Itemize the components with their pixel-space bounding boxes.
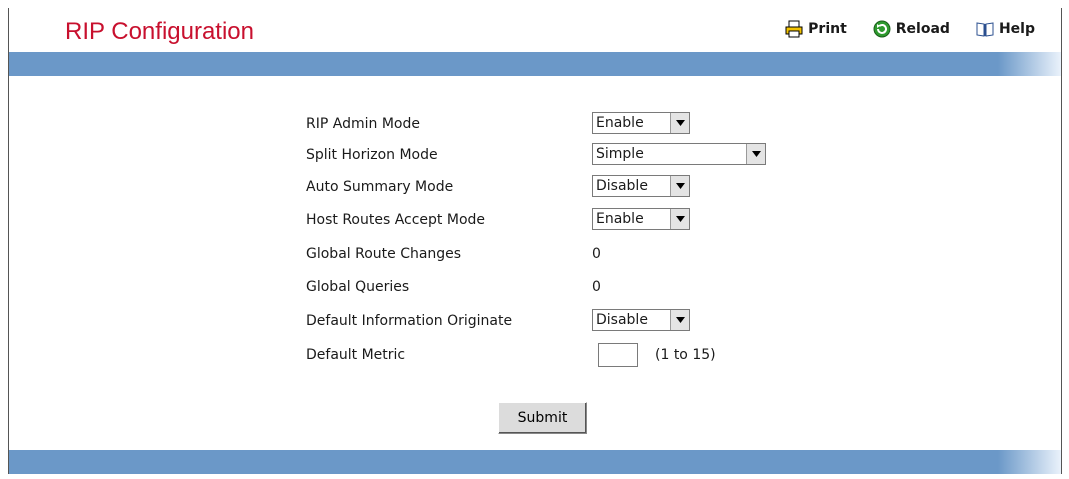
global-route-changes-row: Global Route Changes 0 — [306, 242, 806, 266]
reload-icon — [873, 20, 891, 38]
default-metric-row: Default Metric (1 to 15) — [306, 343, 806, 367]
print-button[interactable]: Print — [785, 20, 847, 38]
global-queries-value: 0 — [592, 279, 601, 295]
default-metric-input[interactable] — [598, 343, 638, 367]
host-routes-accept-mode-select[interactable]: Enable — [592, 208, 690, 230]
host-routes-accept-mode-label: Host Routes Accept Mode — [306, 212, 486, 228]
auto-summary-mode-row: Auto Summary Mode Disable — [306, 175, 806, 199]
split-horizon-mode-select[interactable]: Simple — [592, 143, 766, 165]
default-metric-label: Default Metric — [306, 347, 406, 363]
reload-button[interactable]: Reload — [873, 20, 950, 38]
default-information-originate-select[interactable]: Disable — [592, 309, 690, 331]
book-icon — [976, 20, 994, 38]
page-title: RIP Configuration — [65, 18, 254, 45]
printer-icon — [785, 20, 803, 38]
global-route-changes-label: Global Route Changes — [306, 246, 462, 262]
rip-admin-mode-row: RIP Admin Mode Enable — [306, 112, 806, 136]
split-horizon-mode-label: Split Horizon Mode — [306, 147, 438, 163]
default-metric-range: (1 to 15) — [655, 347, 716, 363]
chevron-down-icon — [670, 209, 689, 229]
chevron-down-icon — [670, 310, 689, 330]
help-button[interactable]: Help — [976, 20, 1035, 38]
header-bar — [9, 52, 1061, 76]
auto-summary-mode-select[interactable]: Disable — [592, 175, 690, 197]
split-horizon-mode-row: Split Horizon Mode Simple — [306, 143, 806, 167]
auto-summary-mode-label: Auto Summary Mode — [306, 179, 454, 195]
rip-admin-mode-select[interactable]: Enable — [592, 112, 690, 134]
title-row: RIP Configuration Print Reload Help — [9, 8, 1061, 50]
toolbar: Print Reload Help — [785, 20, 1061, 38]
footer-bar — [9, 450, 1061, 474]
reload-label: Reload — [895, 21, 950, 37]
chevron-down-icon — [746, 144, 765, 164]
rip-admin-mode-label: RIP Admin Mode — [306, 116, 420, 132]
global-queries-row: Global Queries 0 — [306, 275, 806, 299]
print-label: Print — [808, 21, 847, 37]
submit-button[interactable]: Submit — [498, 402, 587, 434]
chevron-down-icon — [670, 113, 689, 133]
default-information-originate-row: Default Information Originate Disable — [306, 309, 806, 333]
help-label: Help — [998, 21, 1035, 37]
global-route-changes-value: 0 — [592, 246, 601, 262]
host-routes-accept-mode-row: Host Routes Accept Mode Enable — [306, 208, 806, 232]
chevron-down-icon — [670, 176, 689, 196]
default-information-originate-label: Default Information Originate — [306, 313, 513, 329]
global-queries-label: Global Queries — [306, 279, 410, 295]
